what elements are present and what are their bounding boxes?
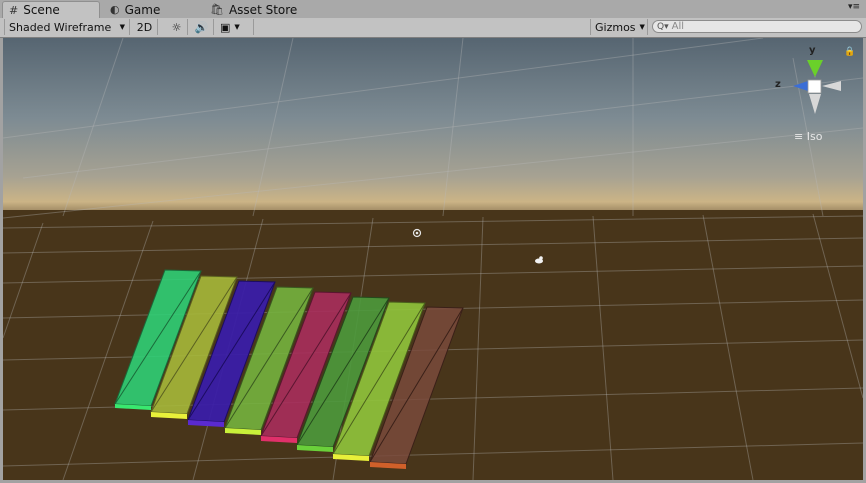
- tab-scene[interactable]: # Scene: [2, 1, 100, 18]
- tab-scene-label: Scene: [23, 3, 60, 17]
- tab-asset-store-label: Asset Store: [228, 2, 298, 17]
- scene-view-canvas: [3, 38, 863, 480]
- scene-grid-icon: #: [9, 3, 19, 17]
- tab-game[interactable]: ◐ Game: [104, 1, 194, 18]
- 2d-toggle-label: 2D: [136, 20, 153, 34]
- tab-asset-store[interactable]: 🛍 Asset Store: [204, 1, 314, 18]
- gizmos-dropdown[interactable]: Gizmos ▼: [590, 19, 648, 35]
- scene-viewport[interactable]: y z ≡ Iso 🔒: [3, 38, 863, 480]
- audio-toggle[interactable]: 🔊: [190, 19, 214, 35]
- draw-mode-label: Shaded Wireframe: [9, 20, 112, 34]
- effects-dropdown[interactable]: ▣ ▼: [216, 19, 254, 35]
- tab-menu-icon[interactable]: ▾≡: [848, 2, 860, 12]
- search-placeholder: All: [671, 21, 685, 32]
- draw-mode-dropdown[interactable]: Shaded Wireframe ▼: [4, 19, 130, 35]
- dropdown-arrow-icon: ▼: [119, 23, 125, 31]
- sky: [3, 38, 863, 216]
- gizmos-label: Gizmos: [595, 20, 636, 34]
- tab-game-label: Game: [124, 2, 161, 17]
- game-icon: ◐: [110, 3, 120, 16]
- gizmo-z-label: z: [775, 79, 781, 90]
- 2d-toggle[interactable]: 2D: [132, 19, 158, 35]
- speaker-icon: 🔊: [194, 20, 209, 34]
- image-icon: ▣: [220, 20, 231, 34]
- dropdown-arrow-icon: ▼: [639, 23, 645, 31]
- projection-label: Iso: [806, 130, 823, 143]
- menu-lines-icon: ≡: [794, 130, 804, 143]
- projection-toggle[interactable]: ≡ Iso: [794, 130, 822, 143]
- gizmo-y-label: y: [809, 45, 816, 56]
- search-input[interactable]: Q▾ All: [652, 20, 862, 33]
- sun-icon: ☼: [171, 20, 182, 34]
- tab-bar: # Scene ◐ Game 🛍 Asset Store ▾≡: [0, 0, 866, 19]
- lighting-toggle[interactable]: ☼: [166, 19, 188, 35]
- asset-store-icon: 🛍: [210, 3, 224, 16]
- search-icon: Q▾: [657, 21, 669, 32]
- lock-icon[interactable]: 🔒: [844, 47, 855, 57]
- dropdown-arrow-icon: ▼: [234, 23, 240, 31]
